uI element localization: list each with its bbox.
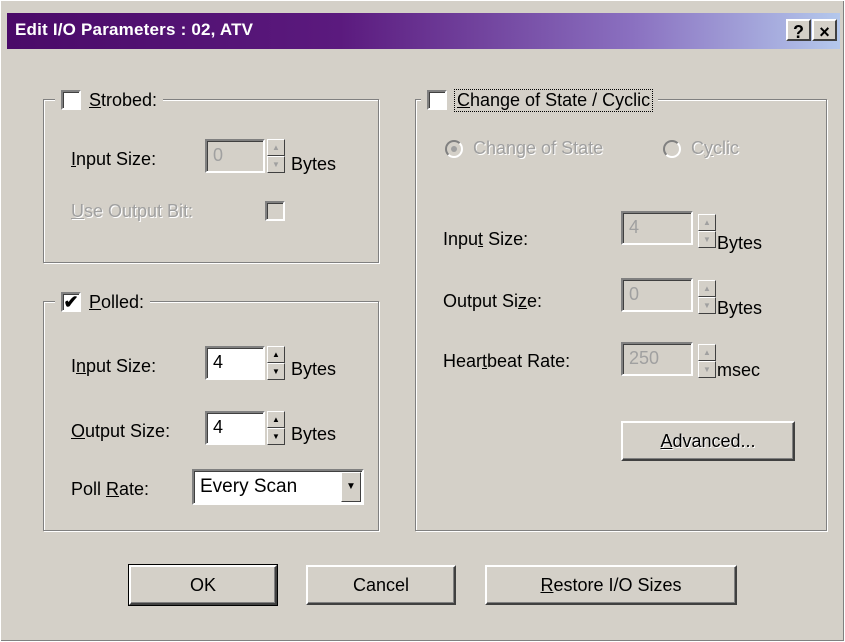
radio-cyclic-label: Cyclic	[691, 138, 739, 158]
polled-output-size-label: Output Size:	[71, 421, 171, 441]
strobed-input-size-unit: Bytes	[291, 154, 337, 174]
strobed-group	[43, 99, 379, 263]
window-title: Edit I/O Parameters : 02, ATV	[15, 20, 254, 39]
strobed-checkbox[interactable]	[61, 90, 81, 110]
radio-cos-label: Change of State	[473, 138, 604, 158]
heartbeat-rate-unit: msec	[717, 360, 761, 380]
polled-input-size-label: Input Size:	[71, 356, 157, 376]
cancel-button-label: Cancel	[352, 574, 410, 595]
poll-rate-value: Every Scan	[200, 476, 298, 497]
spin-up-icon[interactable]: ▲	[698, 344, 716, 361]
polled-output-size-spinner[interactable]: ▲ ▼	[267, 411, 285, 445]
close-icon: ×	[819, 22, 830, 42]
cos-input-size-unit: Bytes	[717, 233, 763, 253]
polled-checkbox[interactable]: ✔	[61, 292, 81, 312]
heartbeat-rate-label: Heartbeat Rate:	[443, 351, 571, 371]
use-output-bit-checkbox[interactable]	[265, 201, 285, 221]
spin-down-icon[interactable]: ▼	[698, 231, 716, 248]
spin-up-icon[interactable]: ▲	[267, 346, 285, 363]
heartbeat-rate-spinner[interactable]: ▲ ▼	[698, 344, 716, 378]
cos-legend[interactable]: Change of State / Cyclic	[421, 87, 659, 113]
restore-io-sizes-button[interactable]: Restore I/O Sizes	[485, 565, 737, 605]
cancel-button[interactable]: Cancel	[306, 565, 456, 605]
polled-output-size-unit: Bytes	[291, 424, 337, 444]
radio-cos-indicator[interactable]	[445, 140, 463, 159]
radio-cyclic[interactable]: Cyclic	[663, 138, 739, 159]
strobed-input-size-field[interactable]: 0	[205, 139, 265, 173]
radio-cyclic-indicator[interactable]	[663, 140, 681, 159]
spin-down-icon[interactable]: ▼	[267, 156, 285, 173]
spin-up-icon[interactable]: ▲	[698, 280, 716, 297]
strobed-legend[interactable]: Strobed:	[55, 87, 164, 113]
chevron-down-icon[interactable]: ▼	[341, 472, 361, 502]
restore-io-sizes-label: Restore I/O Sizes	[540, 574, 682, 595]
polled-legend[interactable]: ✔ Polled:	[55, 289, 151, 315]
cos-group	[415, 99, 827, 531]
cos-input-size-label: Input Size:	[443, 229, 529, 249]
spin-up-icon[interactable]: ▲	[698, 214, 716, 231]
spin-down-icon[interactable]: ▼	[698, 361, 716, 378]
cos-output-size-unit: Bytes	[717, 298, 763, 318]
help-button[interactable]: ?	[786, 19, 811, 42]
ok-button[interactable]: OK	[128, 564, 278, 606]
dialog-window: Edit I/O Parameters : 02, ATV ? × Strobe…	[0, 0, 845, 642]
cos-output-size-label: Output Size:	[443, 291, 543, 311]
close-button[interactable]: ×	[812, 19, 837, 42]
spin-down-icon[interactable]: ▼	[698, 297, 716, 314]
polled-label: Polled:	[89, 291, 145, 312]
cos-checkbox[interactable]	[427, 90, 447, 110]
cos-input-size-spinner[interactable]: ▲ ▼	[698, 214, 716, 248]
cos-input-size-field[interactable]: 4	[621, 211, 693, 245]
title-bar[interactable]: Edit I/O Parameters : 02, ATV ? ×	[7, 13, 840, 49]
polled-output-size-field[interactable]: 4	[205, 411, 265, 445]
strobed-label: Strobed:	[89, 89, 158, 110]
advanced-button-label: Advanced...	[660, 430, 756, 451]
cos-output-size-field[interactable]: 0	[621, 278, 693, 312]
cos-output-size-spinner[interactable]: ▲ ▼	[698, 280, 716, 314]
radio-change-of-state[interactable]: Change of State	[445, 138, 603, 159]
polled-input-size-unit: Bytes	[291, 359, 337, 379]
strobed-input-size-spinner[interactable]: ▲ ▼	[267, 139, 285, 173]
poll-rate-label: Poll Rate:	[71, 479, 150, 499]
polled-input-size-spinner[interactable]: ▲ ▼	[267, 346, 285, 380]
spin-up-icon[interactable]: ▲	[267, 139, 285, 156]
cos-label: Change of State / Cyclic	[453, 88, 654, 112]
strobed-input-size-label: Input Size:	[71, 149, 157, 169]
spin-down-icon[interactable]: ▼	[267, 363, 285, 380]
spin-down-icon[interactable]: ▼	[267, 428, 285, 445]
use-output-bit-label: Use Output Bit:	[71, 201, 194, 221]
advanced-button[interactable]: Advanced...	[621, 421, 795, 461]
ok-button-label: OK	[189, 574, 216, 595]
spin-up-icon[interactable]: ▲	[267, 411, 285, 428]
cos-label-tail: c	[641, 89, 651, 110]
polled-input-size-field[interactable]: 4	[205, 346, 265, 380]
heartbeat-rate-field[interactable]: 250	[621, 342, 693, 376]
poll-rate-select[interactable]: Every Scan ▼	[192, 469, 364, 505]
